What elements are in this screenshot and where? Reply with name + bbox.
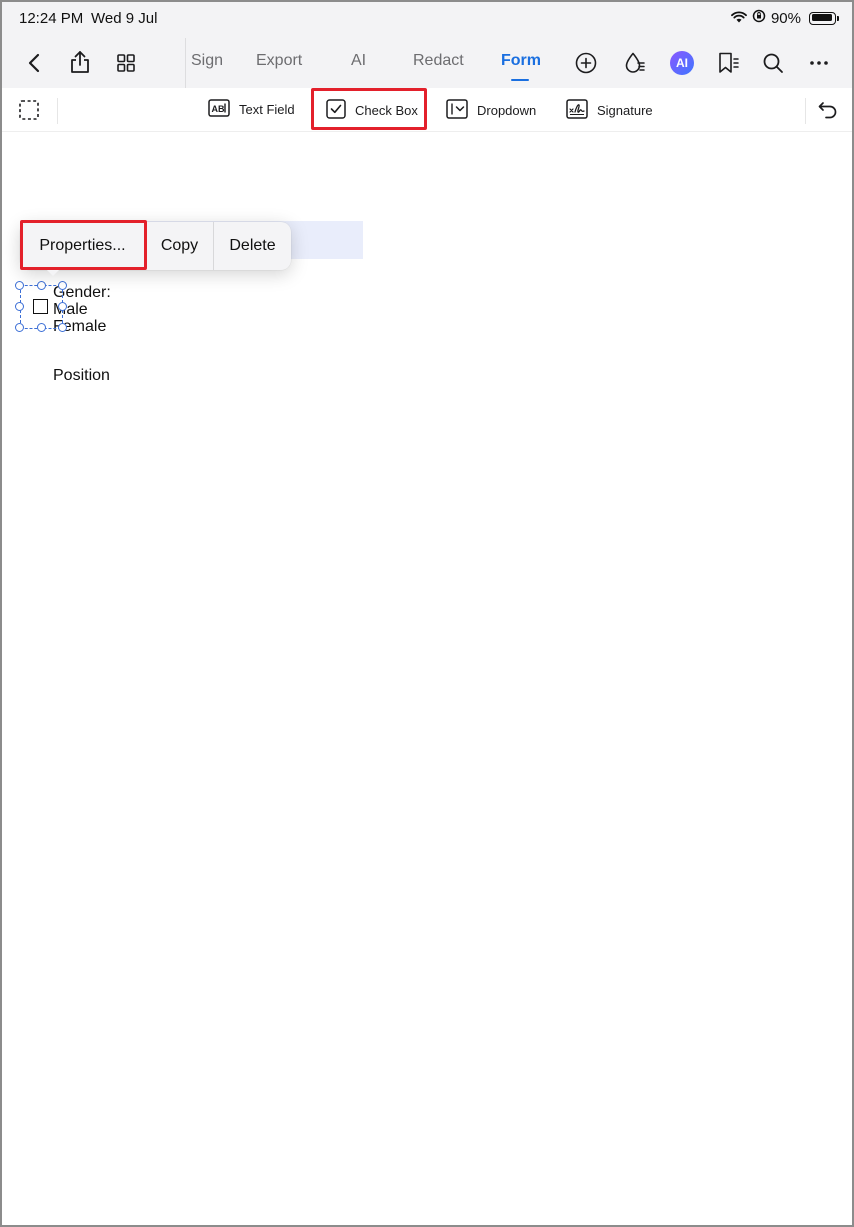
back-icon[interactable] [18, 47, 50, 79]
signature-tool[interactable]: Signature [566, 99, 653, 122]
check-box-label: Check Box [355, 103, 418, 118]
context-menu: Properties... Copy Delete [20, 222, 291, 270]
delete-menu-item[interactable]: Delete [213, 222, 291, 270]
ai-assistant-icon[interactable]: AI [666, 47, 698, 79]
top-navigation: Sign Export AI Redact Form AI [0, 38, 854, 88]
copy-menu-item[interactable]: Copy [145, 222, 213, 270]
toolbar-divider-right [805, 98, 806, 124]
resize-handle-top[interactable] [37, 281, 46, 290]
selection-icon[interactable] [13, 94, 45, 126]
wifi-icon [731, 10, 747, 27]
tab-export[interactable]: Export [256, 52, 302, 70]
add-circle-icon[interactable] [570, 47, 602, 79]
battery-percent: 90% [770, 9, 801, 27]
status-time: 12:24 PM [19, 10, 84, 27]
properties-menu-item[interactable]: Properties... [20, 222, 145, 270]
resize-handle-bottom-right[interactable] [58, 323, 67, 332]
resize-handle-bottom-left[interactable] [15, 323, 24, 332]
resize-handle-top-left[interactable] [15, 281, 24, 290]
resize-handle-left[interactable] [15, 302, 24, 311]
context-menu-arrow [45, 268, 61, 276]
text-field-icon: AB [208, 99, 230, 120]
ink-drop-icon[interactable] [619, 47, 651, 79]
tab-form[interactable]: Form [501, 52, 541, 70]
resize-handle-bottom[interactable] [37, 323, 46, 332]
battery-icon [809, 11, 839, 25]
status-bar: 12:24 PM Wed 9 Jul 90% [0, 0, 854, 38]
signature-icon [566, 99, 588, 122]
dropdown-tool[interactable]: Dropdown [446, 99, 536, 122]
tab-sign[interactable]: Sign [191, 52, 223, 70]
resize-handle-top-right[interactable] [58, 281, 67, 290]
check-box-tool[interactable]: Check Box [326, 99, 418, 122]
check-box-field[interactable] [33, 299, 48, 314]
text-field-label: Text Field [239, 102, 295, 117]
active-tab-indicator [511, 79, 529, 81]
tab-redact[interactable]: Redact [413, 52, 464, 70]
toolbar-divider [57, 98, 58, 124]
signature-label: Signature [597, 103, 653, 118]
tab-ai[interactable]: AI [351, 52, 366, 70]
undo-icon[interactable] [812, 94, 844, 126]
check-box-icon [326, 99, 346, 122]
form-toolbar: AB Text Field Check Box Dropdown Signatu… [0, 88, 854, 132]
status-date: Wed 9 Jul [91, 10, 158, 27]
resize-handle-right[interactable] [58, 302, 67, 311]
document-page [0, 132, 854, 1227]
text-field-tool[interactable]: AB Text Field [208, 99, 295, 120]
dropdown-icon [446, 99, 468, 122]
ai-badge: AI [670, 51, 694, 75]
orientation-lock-icon [752, 9, 766, 27]
dropdown-label: Dropdown [477, 103, 537, 118]
status-right-group: 90% [731, 9, 839, 27]
position-label: Position [53, 367, 110, 384]
svg-text:AB: AB [212, 104, 225, 114]
search-icon[interactable] [757, 47, 789, 79]
share-icon[interactable] [64, 46, 96, 78]
bookmark-icon[interactable] [712, 47, 744, 79]
grid-icon[interactable] [110, 47, 142, 79]
more-icon[interactable] [803, 47, 835, 79]
